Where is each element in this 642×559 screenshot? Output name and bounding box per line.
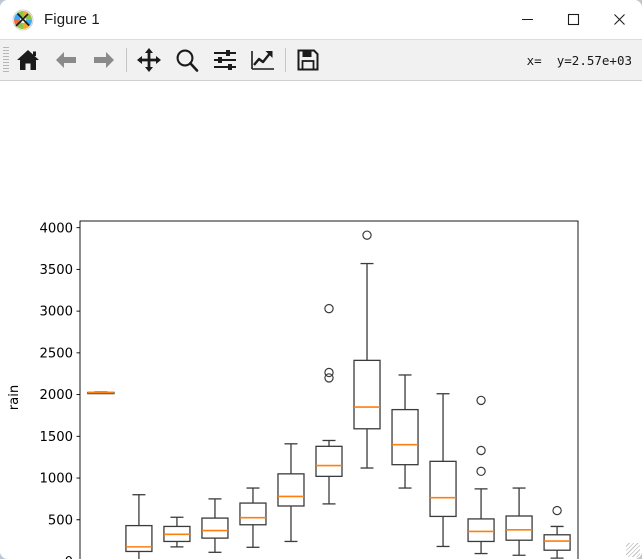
y-axis: 0 500 1000 1500 2000 2500 3000 3500 4000 [39,221,80,559]
forward-button[interactable] [85,41,123,79]
magnifier-icon [176,49,199,72]
outlier-marker [552,505,562,516]
matplotlib-logo-icon [12,9,34,31]
maximize-button[interactable] [550,0,596,39]
arrow-left-icon [56,52,76,68]
boxplot-box [315,303,343,505]
resize-grip[interactable] [626,543,640,557]
back-button[interactable] [47,41,85,79]
outlier-marker [324,303,334,314]
figure-window: Figure 1 x= y=2.57e+03 500 1000 1500 200… [0,0,642,559]
y-axis-label: rain [7,385,22,411]
home-button[interactable] [9,41,47,79]
boxplot-box [201,498,229,553]
boxplot-box [467,395,495,555]
floppy-disk-icon [297,49,319,71]
home-icon [17,50,39,70]
boxplot-box [505,487,533,556]
sliders-icon [214,50,236,70]
outlier-marker [362,230,372,240]
figure-canvas[interactable]: 0500100015002000250030003500400012345678… [0,81,642,559]
zoom-button[interactable] [168,41,206,79]
title-bar: Figure 1 [0,0,642,39]
boxplot-box [125,494,153,559]
axes-spines [79,220,579,559]
outlier-marker [476,395,486,406]
boxplot-box [277,443,305,543]
boxplot-box [87,391,115,395]
figure-area: 0500100015002000250030003500400012345678… [0,81,642,559]
line-chart-icon [251,51,274,70]
boxplot-chart: 0500100015002000250030003500400012345678… [7,220,579,559]
coordinate-status: x= y=2.57e+03 [526,52,632,68]
y-tick-label: 3500 [39,263,73,278]
boxplot-box [391,374,419,489]
arrow-right-icon [94,52,114,68]
boxplot-box [543,505,571,559]
window-title: Figure 1 [44,11,100,28]
y-tick-label: 3000 [39,305,73,320]
save-button[interactable] [289,41,327,79]
outlier-marker [324,373,334,383]
boxplot-box [239,487,267,548]
boxplot-box [429,393,457,548]
close-button[interactable] [596,0,642,39]
pan-button[interactable] [130,41,168,79]
outlier-marker [476,445,486,456]
minimize-button[interactable] [504,0,550,39]
y-tick-label: 1000 [39,472,73,487]
boxplot-box [353,230,381,469]
outlier-marker [476,466,486,477]
y-tick-label: 0 [65,555,73,559]
y-tick-label: 2000 [39,388,73,403]
y-tick-label: 2500 [39,346,73,361]
boxplot-box [163,516,191,548]
navigation-toolbar: x= y=2.57e+03 [0,39,642,81]
y-tick-label: 4000 [39,221,73,236]
y-tick-label: 1500 [39,430,73,445]
toolbar-separator-1 [126,48,127,72]
configure-subplots-button[interactable] [206,41,244,79]
move-arrows-icon [137,48,161,72]
edit-axis-button[interactable] [244,41,282,79]
toolbar-separator-2 [285,48,286,72]
window-controls [504,0,642,39]
y-tick-label: 500 [48,513,73,528]
